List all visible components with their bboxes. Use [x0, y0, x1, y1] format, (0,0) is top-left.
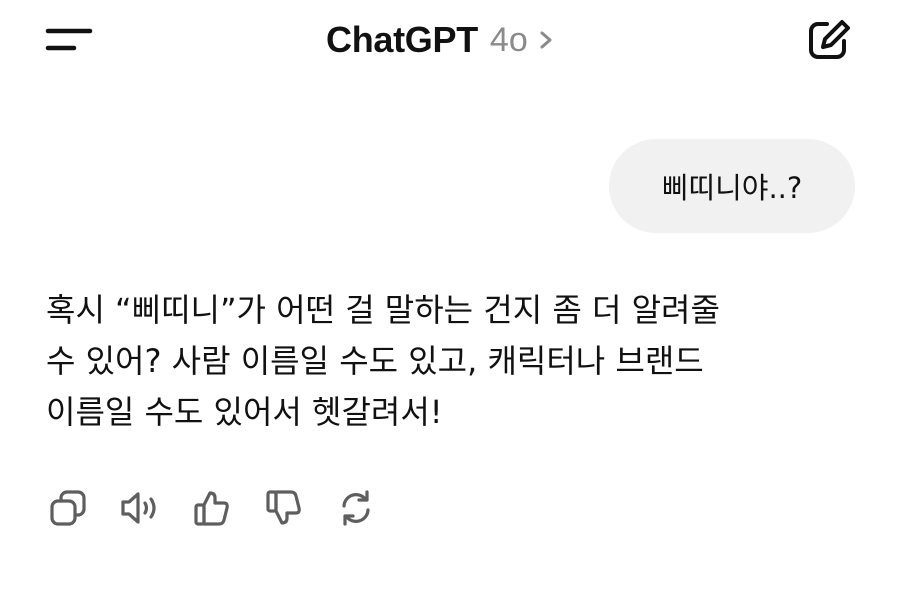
regenerate-icon — [342, 490, 370, 526]
top-bar: ChatGPT 4o — [0, 0, 900, 80]
edit-icon — [809, 20, 850, 59]
good-response-button[interactable] — [188, 484, 236, 532]
read-aloud-button[interactable] — [116, 484, 164, 532]
user-message-bubble: 삐띠니야..? — [609, 139, 855, 233]
model-name: 4o — [489, 20, 528, 59]
model-selector[interactable]: ChatGPT 4o — [326, 18, 556, 62]
assistant-message: 혹시 “삐띠니”가 어떤 걸 말하는 건지 좀 더 알려줄 수 있어? 사람 이… — [46, 285, 846, 438]
menu-button[interactable] — [44, 22, 96, 58]
chevron-right-icon — [540, 31, 552, 49]
thumbs-up-icon — [194, 491, 229, 526]
copy-button[interactable] — [44, 484, 92, 532]
bad-response-button[interactable] — [260, 484, 308, 532]
app-title: ChatGPT — [326, 19, 478, 60]
copy-icon — [50, 490, 86, 526]
speaker-icon — [121, 492, 156, 524]
thumbs-down-icon — [266, 490, 301, 525]
assistant-message-line: 혹시 “삐띠니”가 어떤 걸 말하는 건지 좀 더 알려줄 — [46, 291, 720, 329]
assistant-message-line: 이름일 수도 있어서 헷갈려서! — [46, 393, 443, 431]
regenerate-button[interactable] — [332, 484, 380, 532]
message-actions — [44, 484, 404, 532]
assistant-message-line: 수 있어? 사람 이름일 수도 있고, 캐릭터나 브랜드 — [46, 342, 704, 380]
new-chat-button[interactable] — [804, 16, 856, 64]
menu-icon — [45, 28, 93, 51]
user-message-text: 삐띠니야..? — [661, 171, 803, 205]
